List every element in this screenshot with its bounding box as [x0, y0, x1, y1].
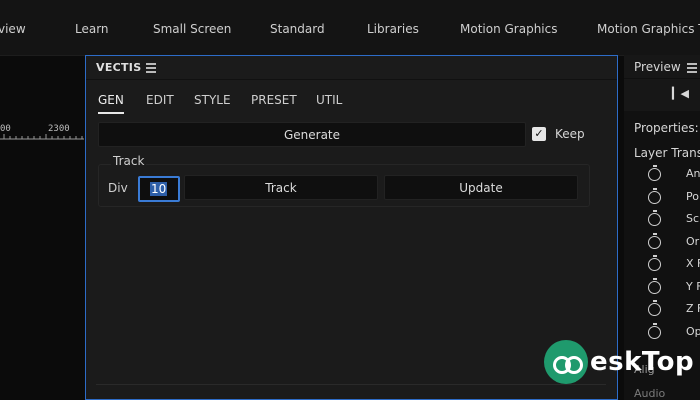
- workspace-bar: view Learn Small Screen Standard Librari…: [0, 0, 700, 56]
- div-input[interactable]: 10: [138, 176, 180, 202]
- watermark: eskTop: [544, 340, 694, 384]
- workspace-tab-learn[interactable]: Learn: [75, 22, 109, 36]
- property-label: Or: [686, 235, 700, 248]
- property-label: X F: [686, 257, 700, 270]
- ruler-tick-label: 2300: [48, 124, 70, 134]
- property-label: Op: [686, 325, 700, 338]
- stopwatch-icon[interactable]: [648, 210, 661, 226]
- stopwatch-icon[interactable]: [648, 165, 661, 181]
- property-label: Y F: [686, 280, 700, 293]
- tab-edit[interactable]: EDIT: [146, 93, 174, 107]
- track-group-label: Track: [111, 154, 147, 168]
- generate-button[interactable]: Generate: [98, 122, 526, 147]
- timeline-ruler[interactable]: 00 2300: [0, 124, 84, 140]
- stopwatch-icon[interactable]: [648, 188, 661, 204]
- keep-label: Keep: [555, 127, 585, 141]
- property-label: Sc: [686, 212, 700, 225]
- ruler-tick-label: 00: [0, 124, 11, 134]
- update-button[interactable]: Update: [384, 175, 578, 200]
- workspace-tab-standard[interactable]: Standard: [270, 22, 325, 36]
- property-label: Po: [686, 190, 699, 203]
- panel-menu-icon[interactable]: [146, 63, 156, 73]
- panel-divider: [96, 384, 606, 385]
- div-label: Div: [108, 181, 128, 195]
- tab-preset[interactable]: PRESET: [251, 93, 297, 107]
- watermark-logo-icon: [544, 340, 588, 384]
- vectis-panel-header: VECTIS: [86, 56, 617, 80]
- preview-menu-icon[interactable]: [687, 63, 697, 75]
- property-label: Z F: [686, 302, 700, 315]
- workspace-tab-small-screen[interactable]: Small Screen: [153, 22, 231, 36]
- property-label: An: [686, 167, 700, 180]
- tab-style[interactable]: STYLE: [194, 93, 231, 107]
- layer-transform-label: Layer Transf: [634, 146, 700, 160]
- track-button[interactable]: Track: [184, 175, 378, 200]
- stopwatch-icon[interactable]: [648, 323, 661, 339]
- workspace-tab-review[interactable]: view: [0, 22, 26, 36]
- stopwatch-icon[interactable]: [648, 278, 661, 294]
- properties-label: Properties: N: [634, 121, 700, 135]
- tab-gen[interactable]: GEN: [98, 93, 124, 107]
- workspace-tab-libraries[interactable]: Libraries: [367, 22, 419, 36]
- div-input-value: 10: [150, 182, 168, 196]
- step-back-icon[interactable]: ▎◀: [672, 87, 689, 100]
- ruler-ticks: [0, 134, 84, 140]
- stopwatch-icon[interactable]: [648, 233, 661, 249]
- stopwatch-icon[interactable]: [648, 300, 661, 316]
- audio-label: Audio: [634, 387, 666, 400]
- vectis-panel: VECTIS GEN EDIT STYLE PRESET UTIL Genera…: [85, 55, 618, 400]
- active-tab-indicator: [98, 112, 124, 114]
- workspace-tab-motion-graphics-templates[interactable]: Motion Graphics Te: [597, 22, 700, 36]
- tab-util[interactable]: UTIL: [316, 93, 342, 107]
- stopwatch-icon[interactable]: [648, 255, 661, 271]
- workspace-tab-motion-graphics[interactable]: Motion Graphics: [460, 22, 558, 36]
- keep-checkbox[interactable]: ✓: [532, 127, 546, 141]
- preview-panel-header: Preview: [624, 55, 700, 79]
- panel-title: VECTIS: [96, 61, 142, 74]
- preview-title[interactable]: Preview: [634, 60, 681, 74]
- watermark-text: eskTop: [590, 347, 695, 377]
